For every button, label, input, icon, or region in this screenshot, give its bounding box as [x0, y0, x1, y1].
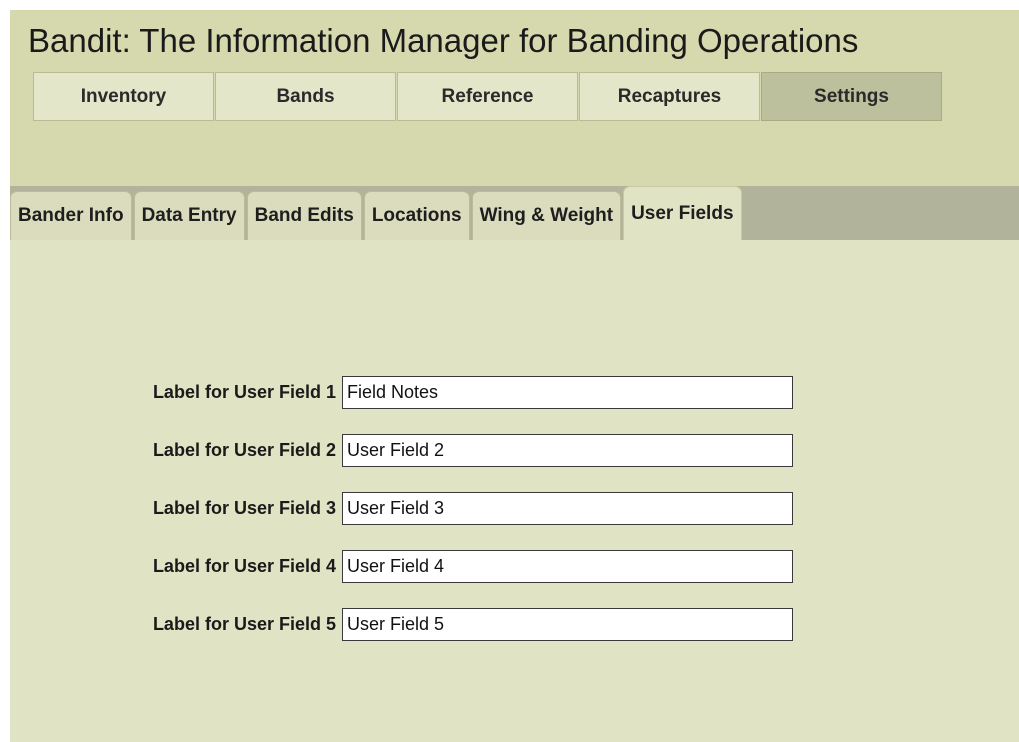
main-tab-settings[interactable]: Settings [761, 72, 942, 121]
settings-tab-strip: Bander Info Data Entry Band Edits Locati… [10, 186, 1019, 240]
tab-user-fields[interactable]: User Fields [623, 186, 742, 240]
main-tab-recaptures[interactable]: Recaptures [579, 72, 760, 121]
main-tab-bar: Inventory Bands Reference Recaptures Set… [33, 72, 943, 121]
user-field-4-label: Label for User Field 4 [152, 556, 336, 576]
user-field-row: Label for User Field 1 [80, 376, 793, 409]
user-field-5-label: Label for User Field 5 [152, 614, 336, 634]
user-field-2-input[interactable] [342, 434, 793, 467]
user-field-2-label: Label for User Field 2 [152, 440, 336, 460]
user-field-row: Label for User Field 2 [80, 434, 793, 467]
settings-tab-bar: Bander Info Data Entry Band Edits Locati… [10, 186, 744, 240]
user-field-row: Label for User Field 5 [80, 608, 793, 641]
tab-data-entry[interactable]: Data Entry [133, 191, 245, 240]
app-title: Bandit: The Information Manager for Band… [28, 22, 859, 59]
main-tab-inventory[interactable]: Inventory [33, 72, 214, 121]
user-field-3-label: Label for User Field 3 [152, 498, 336, 518]
user-field-4-input[interactable] [342, 550, 793, 583]
user-field-5-input[interactable] [342, 608, 793, 641]
user-field-1-label: Label for User Field 1 [152, 382, 336, 402]
user-fields-form: Label for User Field 1 Label for User Fi… [80, 376, 793, 666]
app-header: Bandit: The Information Manager for Band… [10, 10, 1019, 186]
user-field-3-input[interactable] [342, 492, 793, 525]
user-field-row: Label for User Field 3 [80, 492, 793, 525]
user-field-row: Label for User Field 4 [80, 550, 793, 583]
main-tab-bands[interactable]: Bands [215, 72, 396, 121]
user-field-1-input[interactable] [342, 376, 793, 409]
app-window: Bandit: The Information Manager for Band… [10, 10, 1019, 742]
main-tab-reference[interactable]: Reference [397, 72, 578, 121]
tab-wing-weight[interactable]: Wing & Weight [471, 191, 622, 240]
tab-band-edits[interactable]: Band Edits [246, 191, 362, 240]
tab-locations[interactable]: Locations [363, 191, 470, 240]
tab-bander-info[interactable]: Bander Info [10, 191, 132, 240]
